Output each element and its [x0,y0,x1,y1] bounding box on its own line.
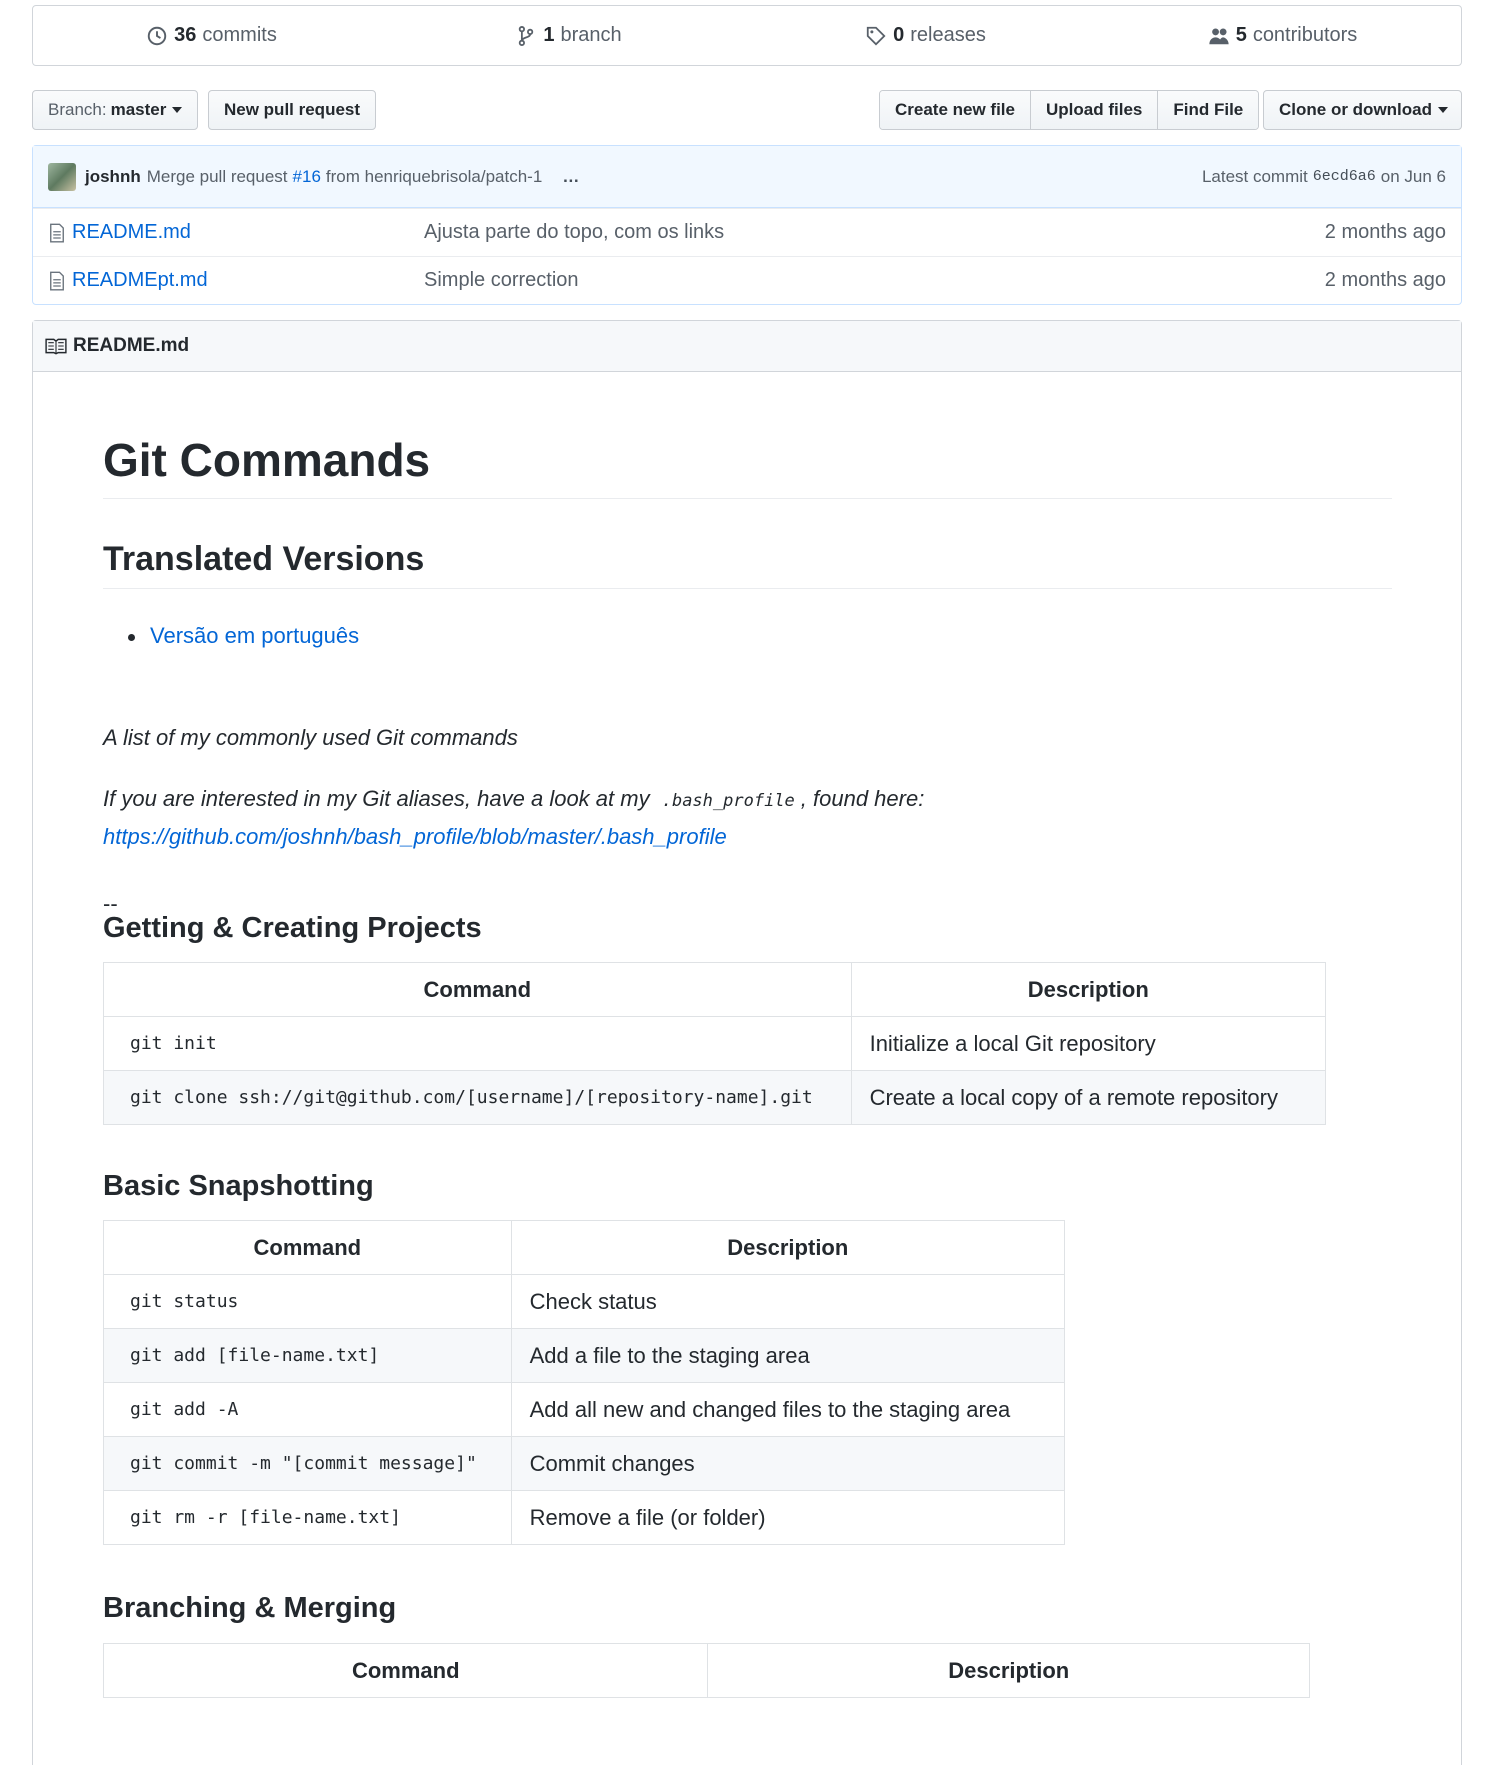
aliases-paragraph: If you are interested in my Git aliases,… [103,781,1392,854]
clone-label: Clone or download [1279,100,1432,119]
upload-files-button[interactable]: Upload files [1031,91,1159,129]
releases-label: releases [910,24,986,46]
section-heading: Getting & Creating Projects [103,912,482,944]
commit-sha[interactable]: 6ecd6a6 [1313,168,1376,185]
page-title: Git Commands [103,435,1392,499]
file-commit-message[interactable]: Ajusta parte do topo, com os links [424,221,1325,244]
description-cell: Create a local copy of a remote reposito… [850,1070,1327,1125]
people-icon [1209,27,1229,44]
readme-filename: README.md [73,335,190,356]
bash-profile-link[interactable]: https://github.com/joshnh/bash_profile/b… [103,824,727,849]
file-age: 2 months ago [1324,221,1446,243]
intro-text: A list of my commonly used Git commands [103,725,518,750]
table-row: git add -A Add all new and changed files… [103,1382,1066,1437]
file-icon [50,271,64,290]
aliases-text-end: , found here: [800,786,925,811]
new-pull-request-button[interactable]: New pull request [208,90,377,130]
file-age: 2 months ago [1324,269,1446,291]
table-row: git init Initialize a local Git reposito… [103,1016,1327,1071]
column-header-command: Command [103,1220,512,1275]
contributors-count: 5 [1235,24,1247,46]
description-cell: Commit changes [510,1436,1066,1491]
bash-profile-code: .bash_profile [661,791,795,811]
commit-message-start[interactable]: Merge pull request [147,167,288,187]
file-commit-message[interactable]: Simple correction [424,269,1325,292]
readme-header: README.md [33,321,1461,372]
latest-commit-bar: joshnh Merge pull request #16 from henri… [33,146,1461,208]
command-cell: git init [103,1016,852,1071]
file-actions-group: Create new file Upload files Find File [879,90,1260,130]
command-cell: git add [file-name.txt] [103,1328,512,1383]
commands-table: Command Description git status Check sta… [103,1220,1066,1545]
find-file-button[interactable]: Find File [1158,91,1259,129]
command-cell: git clone ssh://git@github.com/[username… [103,1070,852,1125]
file-list: joshnh Merge pull request #16 from henri… [32,145,1462,305]
table-row: git status Check status [103,1274,1066,1329]
file-icon [50,223,64,242]
branch-icon [519,25,534,46]
column-header-description: Description [850,962,1327,1017]
releases-count: 0 [893,24,905,46]
commit-message-end[interactable]: from henriquebrisola/patch-1 [326,167,542,187]
branch-prefix: Branch: [48,100,107,119]
expand-commit-button[interactable]: … [562,167,580,187]
contributors-label: contributors [1252,24,1358,46]
clone-or-download-button[interactable]: Clone or download [1263,90,1462,130]
column-header-description: Description [510,1220,1066,1275]
commits-label: commits [202,24,277,46]
command-cell: git commit -m "[commit message]" [103,1436,512,1491]
readme-box: README.md Git Commands Translated Versio… [32,320,1462,1765]
commits-count: 36 [174,24,197,46]
column-header-command: Command [102,1643,709,1698]
releases-link[interactable]: 0 releases [747,6,1104,65]
commands-table: Command Description git init Initialize … [103,962,1327,1125]
contributors-link[interactable]: 5 contributors [1104,6,1461,65]
aliases-text-start: If you are interested in my Git aliases,… [103,786,650,811]
description-cell: Add all new and changed files to the sta… [510,1382,1066,1437]
branch-select-button[interactable]: Branch: master [32,90,199,130]
command-cell: git rm -r [file-name.txt] [103,1490,512,1545]
table-row: git rm -r [file-name.txt] Remove a file … [103,1490,1066,1545]
column-header-description: Description [707,1643,1310,1698]
branch-count: 1 [543,24,555,46]
branch-label: branch [560,24,622,46]
commits-link[interactable]: 36 commits [33,6,390,65]
create-new-file-button[interactable]: Create new file [880,91,1031,129]
translated-link[interactable]: Versão em português [127,623,359,649]
file-name: READMEpt.md [72,269,208,291]
section-heading: Branching & Merging [103,1592,397,1624]
numbers-summary: 36 commits 1 branch 0 releases 5 contrib… [32,5,1462,66]
avatar[interactable] [48,162,76,191]
command-cell: git status [103,1274,512,1329]
history-icon [147,26,167,45]
caret-down-icon [1438,107,1448,113]
description-cell: Remove a file (or folder) [510,1490,1066,1545]
latest-commit-label: Latest commit [1201,166,1308,186]
file-name-link[interactable]: READMEpt.md [48,269,424,292]
file-name-link[interactable]: README.md [48,221,424,244]
column-header-command: Command [103,962,852,1017]
file-row: README.md Ajusta parte do topo, com os l… [33,208,1461,256]
branches-link[interactable]: 1 branch [390,6,747,65]
description-cell: Add a file to the staging area [510,1328,1066,1383]
caret-down-icon [172,107,183,113]
command-cell: git add -A [103,1382,512,1437]
section-heading: Basic Snapshotting [103,1170,374,1202]
table-row: git clone ssh://git@github.com/[username… [103,1070,1327,1125]
commit-author[interactable]: joshnh [85,167,141,187]
translated-heading: Translated Versions [103,540,1392,590]
file-row: READMEpt.md Simple correction 2 months a… [33,256,1461,304]
commands-table: Command Description [102,1643,1310,1698]
table-row: git add [file-name.txt] Add a file to th… [103,1328,1066,1383]
description-cell: Check status [510,1274,1066,1329]
branch-name: master [110,100,167,119]
pull-request-link[interactable]: #16 [293,167,321,187]
file-name: README.md [72,221,191,243]
description-cell: Initialize a local Git repository [850,1016,1327,1071]
book-icon [45,338,67,355]
table-row: git commit -m "[commit message]" Commit … [103,1436,1066,1491]
tag-icon [866,26,886,46]
commit-date: on Jun 6 [1380,166,1446,186]
